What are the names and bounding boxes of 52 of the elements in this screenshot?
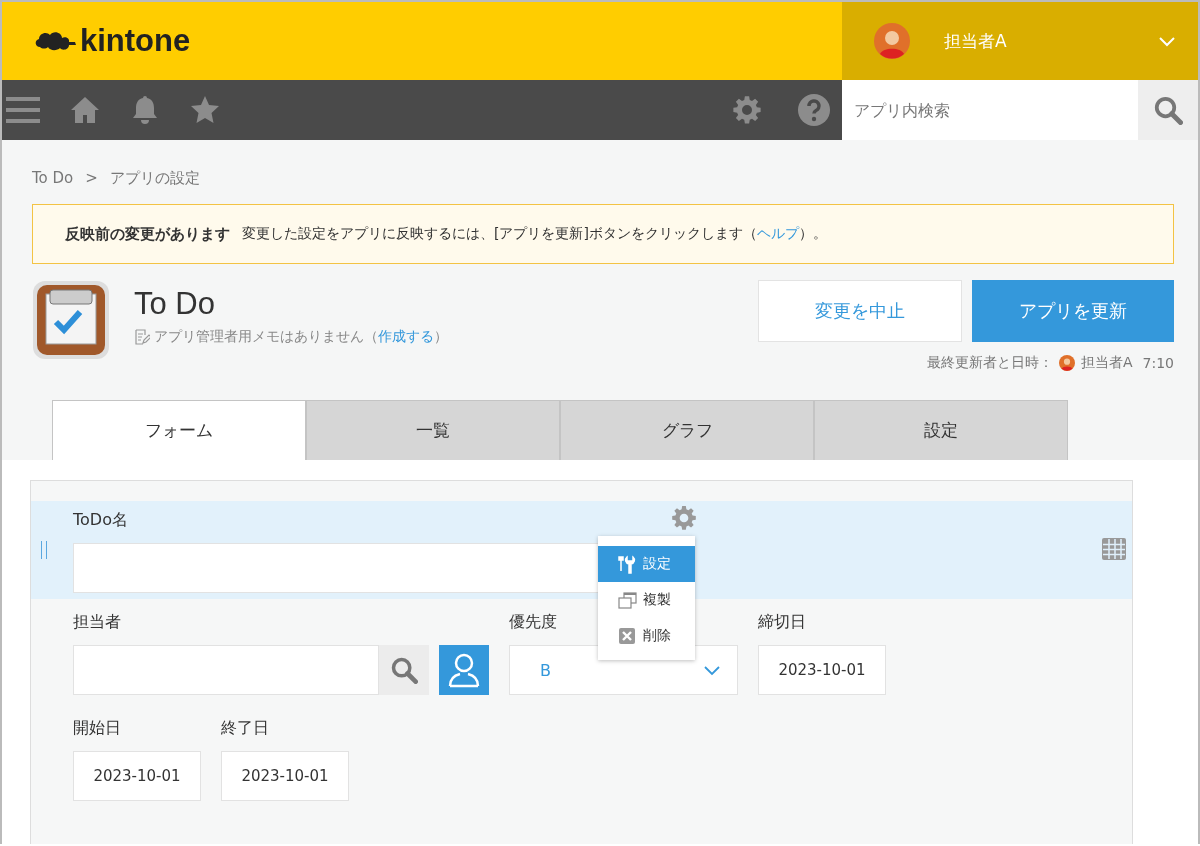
field-label: ToDo名 — [73, 508, 129, 531]
breadcrumb-separator: > — [85, 169, 98, 187]
copy-icon — [618, 590, 637, 610]
updated-label: 最終更新者と日時： — [926, 354, 1053, 372]
home-icon[interactable] — [70, 95, 100, 125]
chevron-down-icon — [1158, 35, 1176, 47]
field-label: 開始日 — [73, 716, 122, 739]
delete-icon — [618, 626, 637, 646]
menu-icon[interactable] — [6, 95, 40, 125]
dropdown-value: B — [540, 660, 551, 680]
drag-handle-icon[interactable] — [41, 541, 47, 559]
notice-text: 変更した設定をアプリに反映するには、[アプリを更新]ボタンをクリックします（ヘルプ）。 — [242, 225, 827, 243]
help-icon[interactable] — [798, 94, 830, 126]
field-label: 終了日 — [221, 716, 270, 739]
search-button[interactable] — [1138, 80, 1198, 140]
star-icon[interactable] — [190, 95, 220, 125]
date-field[interactable]: 2023-10-01 — [758, 645, 886, 695]
user-select-button[interactable] — [439, 645, 489, 695]
search-field[interactable]: アプリ内検索 — [842, 80, 1138, 140]
search-icon — [1153, 95, 1183, 125]
text-input-field[interactable] — [73, 543, 599, 593]
app-title: To Do — [134, 286, 216, 322]
wrench-screwdriver-icon — [618, 554, 637, 574]
user-input-field[interactable] — [73, 645, 379, 695]
settings-icon[interactable] — [671, 505, 697, 531]
avatar-icon — [874, 23, 910, 59]
updated-time: 7:10 — [1142, 355, 1174, 371]
updated-user: 担当者A — [1080, 354, 1133, 372]
search-icon — [390, 656, 418, 684]
breadcrumb-item[interactable]: To Do — [32, 169, 74, 187]
avatar-icon — [1058, 355, 1075, 371]
field-label: 担当者 — [73, 610, 122, 633]
tab[interactable]: フォーム — [52, 400, 306, 460]
settings-icon[interactable] — [732, 95, 762, 125]
breadcrumb-item: アプリの設定 — [109, 168, 200, 188]
memo-icon — [134, 329, 150, 345]
tab[interactable]: グラフ — [560, 400, 814, 460]
tab[interactable]: 設定 — [814, 400, 1068, 460]
notice-title: 反映前の変更があります — [65, 224, 230, 244]
person-icon — [447, 652, 481, 688]
bell-icon[interactable] — [130, 95, 160, 125]
chevron-down-icon — [703, 664, 721, 676]
field-label: 締切日 — [758, 610, 807, 633]
date-field[interactable]: 2023-10-01 — [73, 751, 201, 801]
table-icon[interactable] — [1101, 537, 1127, 561]
tab[interactable]: 一覧 — [306, 400, 560, 460]
date-field[interactable]: 2023-10-01 — [221, 751, 349, 801]
search-button[interactable] — [379, 645, 429, 695]
menu-item[interactable]: 複製 — [598, 582, 695, 618]
app-icon — [32, 280, 110, 360]
memo-text: アプリ管理者用メモはありません（作成する） — [154, 328, 448, 346]
logo-text: kintone — [80, 23, 191, 59]
